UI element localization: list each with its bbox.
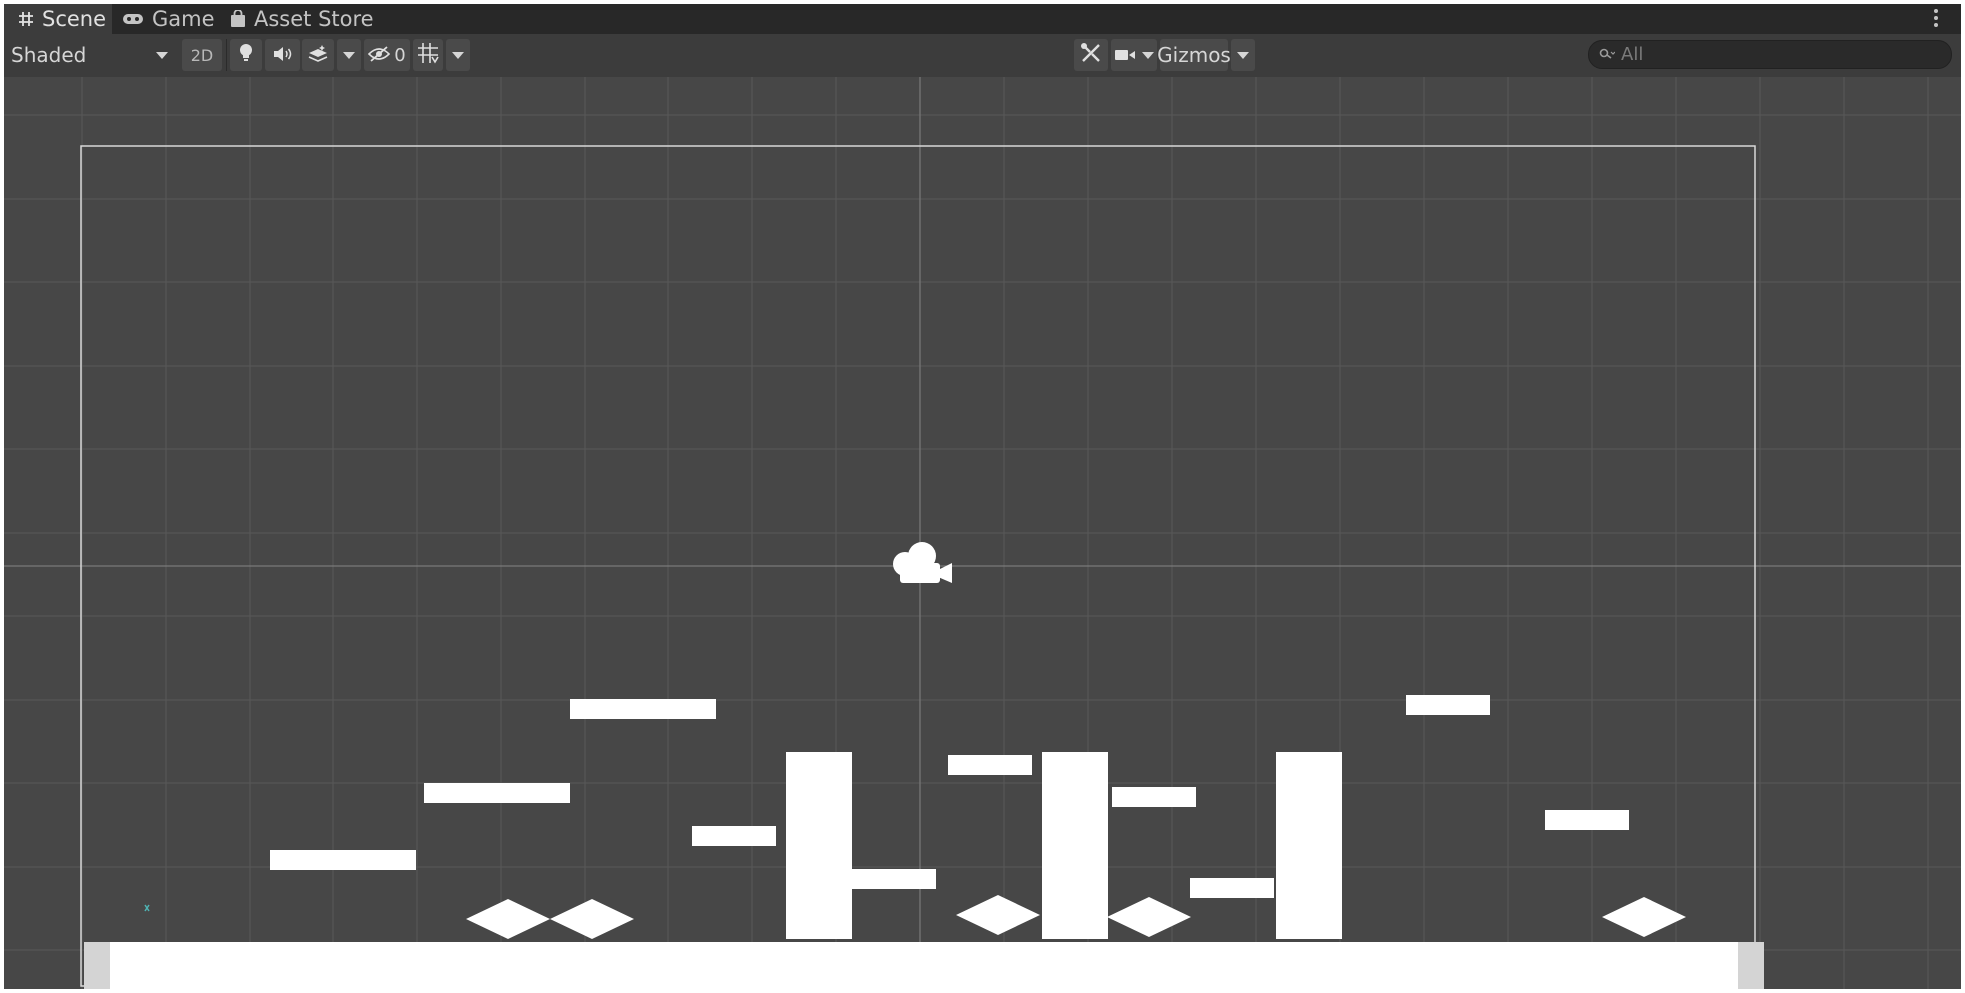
chevron-down-icon	[343, 51, 355, 59]
pillar[interactable]	[1276, 752, 1342, 939]
2d-mode-toggle[interactable]: 2D	[182, 39, 222, 71]
chevron-down-icon	[1142, 51, 1154, 59]
gizmos-label: Gizmos	[1157, 43, 1231, 67]
grid-snapping-toggle[interactable]	[413, 39, 443, 71]
shading-mode-label: Shaded	[11, 43, 87, 67]
grid-hash-icon	[18, 11, 34, 27]
floating-platform[interactable]	[1545, 810, 1629, 830]
tab-scene[interactable]: Scene	[4, 4, 112, 34]
tab-game[interactable]: Game	[122, 4, 222, 34]
audio-toggle[interactable]	[265, 39, 300, 71]
video-camera-icon	[1114, 43, 1136, 67]
chevron-down-icon	[452, 51, 464, 59]
ground-platform[interactable]	[84, 942, 1764, 989]
diamond-spike[interactable]	[550, 899, 634, 939]
scene-canvas[interactable]	[4, 77, 1961, 989]
effects-layers-icon	[307, 43, 329, 67]
diamond-spike[interactable]	[956, 895, 1040, 935]
hidden-count: 0	[394, 44, 406, 66]
floating-platform[interactable]	[692, 826, 776, 846]
floating-platform[interactable]	[270, 850, 416, 870]
pillar[interactable]	[786, 752, 852, 939]
search-icon	[1599, 44, 1616, 65]
floating-platform[interactable]	[948, 755, 1032, 775]
effects-toggle[interactable]	[302, 39, 334, 71]
lightbulb-icon	[239, 43, 253, 68]
tab-bar: Scene Game Asset Store	[4, 4, 1961, 34]
tools-button[interactable]	[1074, 39, 1108, 71]
grid-dropdown[interactable]	[446, 39, 470, 71]
floating-platform[interactable]	[1190, 878, 1274, 898]
diamond-spike[interactable]	[466, 899, 550, 939]
gizmos-button[interactable]: Gizmos	[1157, 39, 1231, 71]
chevron-down-icon	[1237, 51, 1249, 59]
2d-mode-label: 2D	[190, 45, 214, 65]
lighting-toggle[interactable]	[230, 39, 262, 71]
tab-label: Scene	[42, 7, 107, 31]
camera-settings-dropdown[interactable]	[1111, 39, 1157, 71]
floating-platform[interactable]	[852, 869, 936, 889]
search-input[interactable]	[1621, 44, 1921, 65]
scene-viewport[interactable]	[4, 77, 1961, 989]
hidden-eye-icon	[368, 43, 391, 67]
effects-dropdown[interactable]	[337, 39, 361, 71]
pillar[interactable]	[1042, 752, 1108, 939]
toolbar-divider	[226, 39, 227, 71]
diamond-spike[interactable]	[1107, 897, 1191, 937]
diamond-spike[interactable]	[1602, 897, 1686, 937]
more-options-icon[interactable]	[1933, 8, 1939, 30]
scene-window: Scene Game Asset Store Shaded 2D 0 Gizmo…	[4, 4, 1961, 989]
shading-mode-dropdown[interactable]: Shaded	[6, 39, 176, 71]
scene-toolbar: Shaded 2D 0 Gizmos All	[4, 34, 1961, 78]
grid-snap-icon	[417, 42, 439, 69]
floating-platform[interactable]	[570, 699, 716, 719]
tab-label: Asset Store	[254, 7, 374, 31]
tab-label: Game	[152, 7, 215, 31]
player-marker-icon[interactable]	[144, 904, 150, 912]
gamepad-icon	[122, 12, 144, 26]
floating-platform[interactable]	[1406, 695, 1490, 715]
search-field[interactable]	[1588, 40, 1952, 69]
tab-asset-store[interactable]: Asset Store	[230, 4, 380, 34]
gizmos-dropdown[interactable]	[1231, 39, 1255, 71]
floating-platform[interactable]	[424, 783, 570, 803]
floating-platform[interactable]	[1112, 787, 1196, 807]
camera-gizmo-icon[interactable]	[893, 542, 952, 583]
speaker-icon	[273, 43, 293, 67]
chevron-down-icon	[156, 51, 168, 59]
tools-icon	[1080, 42, 1102, 69]
shopping-bag-icon	[230, 10, 246, 28]
scene-visibility-toggle[interactable]: 0	[364, 39, 410, 71]
